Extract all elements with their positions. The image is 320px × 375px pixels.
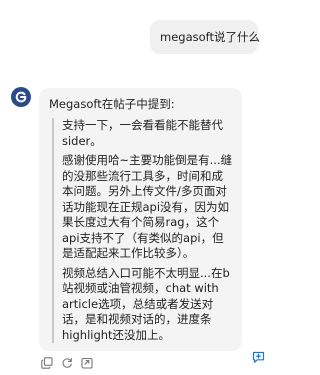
copy-icon [40, 357, 53, 369]
chat-screen: megasoft说了什么 Megasoft在帖子中提到: 支持一下，一会看看能不… [0, 0, 268, 375]
message-actions [40, 356, 93, 370]
user-message-bubble: megasoft说了什么 [150, 20, 261, 54]
regenerate-button[interactable] [60, 357, 73, 370]
quote-paragraph: 支持一下，一会看看能不能替代sider。 [62, 118, 223, 148]
share-button[interactable] [80, 357, 93, 370]
user-message-text: megasoft说了什么 [160, 30, 261, 44]
assistant-message-card: Megasoft在帖子中提到: 支持一下，一会看看能不能替代sider。 感谢使… [39, 88, 242, 351]
feedback-button[interactable] [251, 350, 265, 364]
quote-block: 支持一下，一会看看能不能替代sider。 感谢使用哈~主要功能倒是有...缝的没… [52, 118, 234, 343]
swirl-logo-icon [11, 87, 31, 107]
quote-paragraph: 视频总结入口可能不太明显...在b站视频或油管视频，chat with arti… [62, 265, 230, 342]
refresh-icon [62, 357, 72, 368]
share-icon [80, 357, 93, 369]
feedback-chat-icon [252, 351, 264, 363]
assistant-intro-text: Megasoft在帖子中提到: [49, 97, 175, 111]
quote-paragraph: 感谢使用哈~主要功能倒是有...缝的没那些流行工具多，时间和成本问题。另外上传文… [62, 153, 233, 260]
copy-button[interactable] [40, 357, 53, 370]
